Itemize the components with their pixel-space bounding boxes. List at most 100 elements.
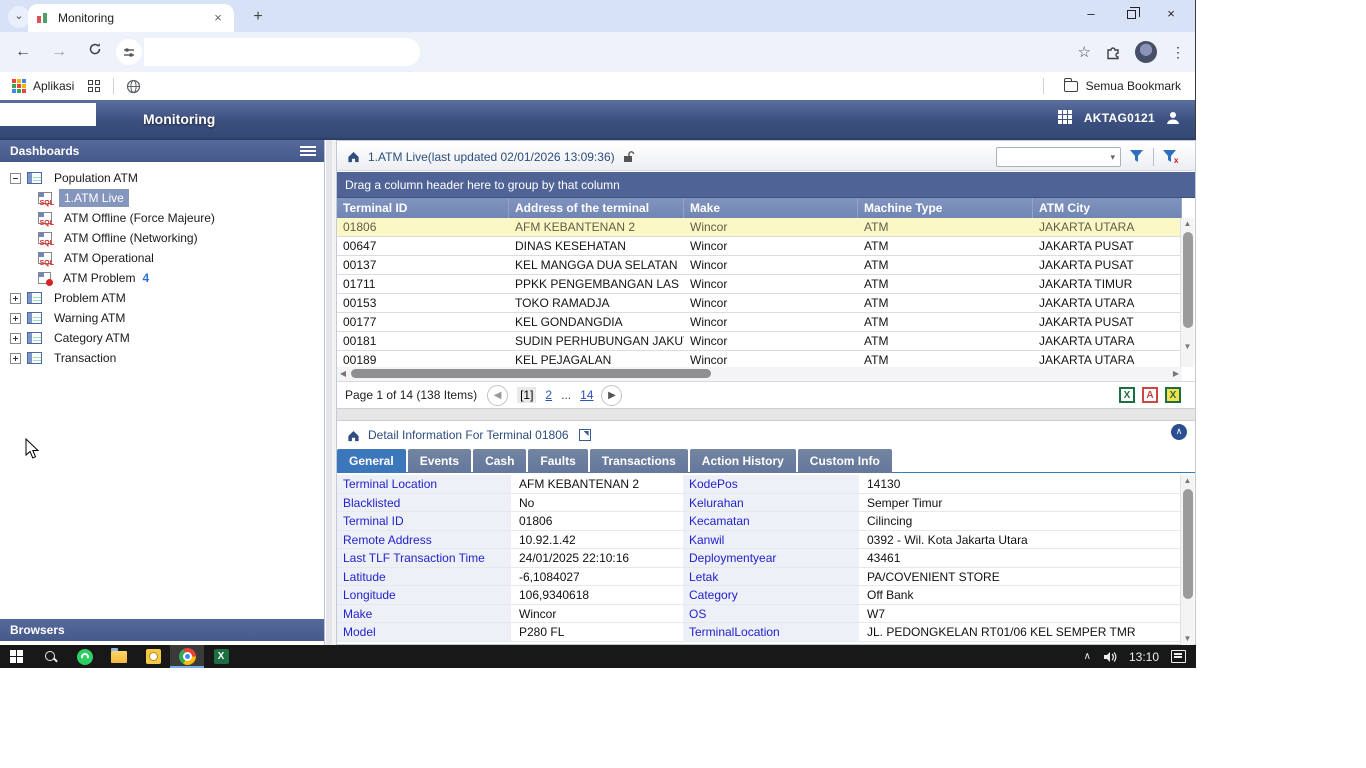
taskbar-file-explorer-button[interactable]: [102, 645, 136, 668]
tab-cash[interactable]: Cash: [473, 449, 526, 473]
field-label[interactable]: Last TLF Transaction Time: [337, 549, 511, 567]
close-button[interactable]: ×: [1151, 0, 1191, 30]
field-label[interactable]: Terminal ID: [337, 512, 511, 530]
collapse-panel-icon[interactable]: ∧: [1171, 424, 1187, 440]
field-label[interactable]: Remote Address: [337, 531, 511, 549]
tab-transactions[interactable]: Transactions: [590, 449, 688, 473]
next-page-button[interactable]: ▶: [601, 385, 622, 406]
column-header-make[interactable]: Make: [684, 198, 858, 218]
tray-chevron-icon[interactable]: ∧: [1084, 651, 1091, 662]
user-icon[interactable]: [1165, 110, 1181, 126]
field-label[interactable]: Kanwil: [683, 531, 859, 549]
filter-icon[interactable]: [1129, 149, 1145, 164]
scroll-down-icon[interactable]: ▼: [1181, 341, 1194, 353]
sidebar-item-population-atm[interactable]: Population ATM: [0, 168, 324, 188]
sidebar-item-atm-offline-networking-[interactable]: ATM Offline (Networking): [0, 228, 324, 248]
scroll-right-icon[interactable]: ▶: [1170, 367, 1182, 381]
sidebar-item-atm-problem[interactable]: ATM Problem4: [0, 268, 324, 288]
field-label[interactable]: TerminalLocation: [683, 623, 859, 641]
tab-events[interactable]: Events: [408, 449, 471, 473]
plus-toggle-icon[interactable]: [10, 313, 21, 324]
taskbar-excel-button[interactable]: [204, 645, 238, 668]
field-label[interactable]: Model: [337, 623, 511, 641]
bookmark-star-icon[interactable]: ☆: [1078, 43, 1091, 61]
table-row[interactable]: 00181SUDIN PERHUBUNGAN JAKUTWincorATMJAK…: [337, 332, 1182, 351]
plus-toggle-icon[interactable]: [10, 333, 21, 344]
globe-bookmark-icon[interactable]: [126, 79, 141, 94]
taskbar-chrome-button[interactable]: [170, 645, 204, 668]
column-filter-select[interactable]: ▾: [996, 147, 1121, 167]
sidebar-item-atm-operational[interactable]: ATM Operational: [0, 248, 324, 268]
restore-button[interactable]: [1111, 0, 1151, 30]
page-link-2[interactable]: 2: [545, 388, 552, 402]
sidebar-item-problem-atm[interactable]: Problem ATM: [0, 288, 324, 308]
grid-bookmark-icon[interactable]: [88, 80, 101, 93]
scroll-up-icon[interactable]: ▲: [1181, 218, 1194, 230]
detail-vscroll-thumb[interactable]: [1183, 489, 1193, 599]
taskbar-whatsapp-button[interactable]: [68, 645, 102, 668]
sidebar-item-category-atm[interactable]: Category ATM: [0, 328, 324, 348]
field-label[interactable]: Blacklisted: [337, 494, 511, 512]
table-row[interactable]: 01711PPKK PENGEMBANGAN LASWincorATMJAKAR…: [337, 275, 1182, 294]
tab-close-icon[interactable]: ×: [210, 10, 226, 26]
tab-search-button[interactable]: ⌄: [8, 6, 30, 28]
sidebar-item-atm-offline-force-majeure-[interactable]: ATM Offline (Force Majeure): [0, 208, 324, 228]
export-pdf-icon[interactable]: A: [1142, 387, 1158, 403]
home-icon[interactable]: [347, 429, 360, 442]
table-hscroll-thumb[interactable]: [351, 369, 711, 378]
field-label[interactable]: Terminal Location: [337, 475, 511, 493]
open-in-new-icon[interactable]: [579, 429, 591, 441]
table-row[interactable]: 00647DINAS KESEHATANWincorATMJAKARTA PUS…: [337, 237, 1182, 256]
address-bar[interactable]: [144, 38, 420, 66]
clock[interactable]: 13:10: [1129, 650, 1159, 664]
sidebar-item-warning-atm[interactable]: Warning ATM: [0, 308, 324, 328]
app-menu-grid-icon[interactable]: [1058, 110, 1074, 126]
field-label[interactable]: Latitude: [337, 568, 511, 586]
extensions-icon[interactable]: [1105, 44, 1121, 60]
taskbar-notes-button[interactable]: [136, 645, 170, 668]
group-by-bar[interactable]: Drag a column header here to group by th…: [337, 172, 1195, 198]
notification-center-icon[interactable]: [1171, 650, 1186, 663]
table-row[interactable]: 00137KEL MANGGA DUA SELATANWincorATMJAKA…: [337, 256, 1182, 275]
field-label[interactable]: Kecamatan: [683, 512, 859, 530]
tab-faults[interactable]: Faults: [528, 449, 587, 473]
browser-menu-icon[interactable]: ⋮: [1171, 44, 1185, 61]
page-link-14[interactable]: 14: [580, 388, 593, 402]
reload-button[interactable]: [82, 39, 108, 65]
back-button[interactable]: ←: [10, 39, 36, 65]
unlocked-icon[interactable]: [623, 150, 635, 163]
column-header-terminal-id[interactable]: Terminal ID: [337, 198, 509, 218]
taskbar-start-button[interactable]: [0, 645, 34, 668]
field-label[interactable]: Deploymentyear: [683, 549, 859, 567]
profile-avatar[interactable]: [1135, 41, 1157, 63]
plus-toggle-icon[interactable]: [10, 353, 21, 364]
apps-bookmark-label[interactable]: Aplikasi: [33, 79, 74, 93]
table-horizontal-scrollbar[interactable]: ◀ ▶: [337, 367, 1182, 381]
sidebar-menu-icon[interactable]: [300, 144, 316, 157]
table-row[interactable]: 00189KEL PEJAGALANWincorATMJAKARTA UTARA: [337, 351, 1182, 367]
clear-filter-icon[interactable]: x: [1162, 149, 1181, 164]
export-excel-icon[interactable]: X: [1119, 387, 1135, 403]
plus-toggle-icon[interactable]: [10, 293, 21, 304]
minimize-button[interactable]: –: [1071, 0, 1111, 30]
table-row[interactable]: 01806AFM KEBANTENAN 2WincorATMJAKARTA UT…: [337, 218, 1182, 237]
table-row[interactable]: 00177KEL GONDANGDIAWincorATMJAKARTA PUSA…: [337, 313, 1182, 332]
column-header-address-of-the-terminal[interactable]: Address of the terminal: [509, 198, 684, 218]
tab-custom-info[interactable]: Custom Info: [798, 449, 892, 473]
table-vscroll-thumb[interactable]: [1183, 232, 1193, 328]
apps-grid-icon[interactable]: [12, 79, 26, 93]
all-bookmarks[interactable]: Semua Bookmark: [1031, 78, 1181, 94]
current-page[interactable]: [1]: [517, 387, 536, 403]
volume-icon[interactable]: [1103, 651, 1117, 663]
panel-splitter[interactable]: [337, 408, 1195, 421]
forward-button[interactable]: →: [46, 39, 72, 65]
browser-tab-monitoring[interactable]: Monitoring ×: [28, 4, 234, 32]
detail-vertical-scrollbar[interactable]: ▲ ▼: [1180, 475, 1194, 645]
home-icon[interactable]: [347, 150, 360, 163]
scroll-left-icon[interactable]: ◀: [337, 367, 349, 381]
field-label[interactable]: Make: [337, 605, 511, 623]
browsers-panel-header[interactable]: Browsers: [0, 619, 324, 641]
sidebar-item-1-atm-live[interactable]: 1.ATM Live: [0, 188, 324, 208]
tab-action-history[interactable]: Action History: [690, 449, 796, 473]
sidebar-item-transaction[interactable]: Transaction: [0, 348, 324, 368]
